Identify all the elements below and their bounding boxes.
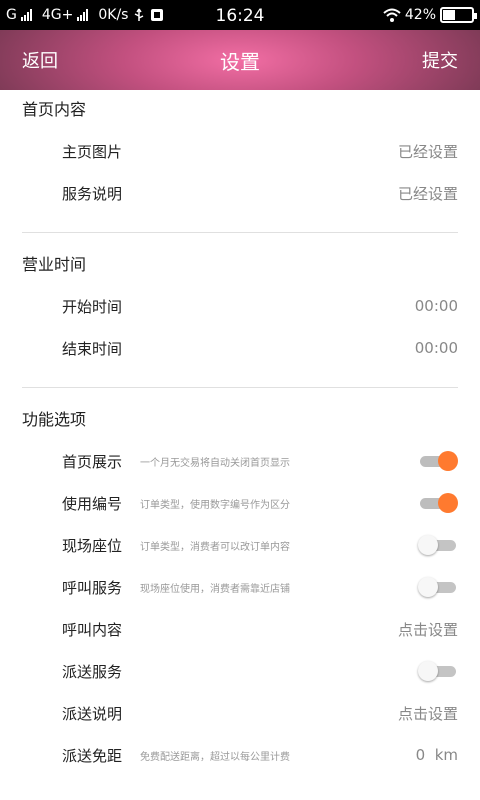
battery-percent: 42% <box>404 7 436 23</box>
call-service-toggle[interactable] <box>418 576 458 598</box>
row-start-time[interactable]: 开始时间 00:00 <box>22 285 458 327</box>
usb-icon <box>135 8 144 21</box>
row-delivery-desc[interactable]: 派送说明 点击设置 <box>22 692 458 734</box>
row-label: 服务说明 <box>62 184 123 203</box>
row-label: 现场座位 <box>62 536 123 555</box>
row-label: 派送服务 <box>62 662 123 681</box>
section-features: 功能选项 首页展示 一个月无交易将自动关闭首页显示 使用编号 订单类型，使用数字… <box>0 400 480 776</box>
status-bar: G 4G+ 0K/s 16:24 42% <box>0 0 480 30</box>
status-left: G 4G+ 0K/s <box>6 7 164 23</box>
row-use-number: 使用编号 订单类型，使用数字编号作为区分 <box>22 482 458 524</box>
image-icon <box>151 9 164 21</box>
row-value: 已经设置 <box>397 184 458 203</box>
divider <box>22 232 458 233</box>
delivery-service-toggle[interactable] <box>418 660 458 682</box>
row-service-desc[interactable]: 服务说明 已经设置 <box>22 172 458 214</box>
signal-icon <box>20 9 32 21</box>
home-display-toggle[interactable] <box>418 450 458 472</box>
network-label: 4G+ <box>41 7 74 23</box>
net-speed: 0K/s <box>98 7 129 23</box>
row-home-image[interactable]: 主页图片 已经设置 <box>22 130 458 172</box>
row-label: 呼叫内容 <box>62 620 123 639</box>
onsite-seat-toggle[interactable] <box>418 534 458 556</box>
row-label: 呼叫服务 <box>62 578 123 597</box>
section-hours: 营业时间 开始时间 00:00 结束时间 00:00 <box>0 245 480 369</box>
row-end-time[interactable]: 结束时间 00:00 <box>22 327 458 369</box>
row-onsite-seat: 现场座位 订单类型，消费者可以改订单内容 <box>22 524 458 566</box>
row-value: 点击设置 <box>397 620 458 639</box>
row-call-content[interactable]: 呼叫内容 点击设置 <box>22 608 458 650</box>
row-value: 点击设置 <box>397 704 458 723</box>
row-label: 主页图片 <box>62 142 123 161</box>
row-hint: 现场座位使用，消费者需靠近店铺 <box>140 583 291 595</box>
section-home: 首页内容 主页图片 已经设置 服务说明 已经设置 <box>0 90 480 214</box>
row-label: 首页展示 <box>62 452 123 471</box>
use-number-toggle[interactable] <box>418 492 458 514</box>
wifi-icon <box>383 8 401 22</box>
nav-bar: 返回 设置 提交 <box>0 30 480 90</box>
section-title-home: 首页内容 <box>22 100 87 119</box>
row-label: 结束时间 <box>62 339 123 358</box>
page-title: 设置 <box>220 49 260 74</box>
section-title-features: 功能选项 <box>22 410 87 429</box>
divider <box>22 387 458 388</box>
row-label: 开始时间 <box>62 297 123 316</box>
row-label: 使用编号 <box>62 494 123 513</box>
section-title-hours: 营业时间 <box>22 255 87 274</box>
row-hint: 订单类型，消费者可以改订单内容 <box>140 541 291 553</box>
row-value: 已经设置 <box>397 142 458 161</box>
submit-button[interactable]: 提交 <box>422 47 458 73</box>
row-value: 00:00 <box>414 297 458 315</box>
free-distance-value: 0 km <box>415 746 458 764</box>
row-hint: 订单类型，使用数字编号作为区分 <box>140 499 291 511</box>
battery-icon <box>440 7 477 23</box>
row-free-distance[interactable]: 派送免距 免费配送距离，超过以每公里计费 0 km <box>22 734 458 776</box>
row-delivery-service: 派送服务 <box>22 650 458 692</box>
row-label: 派送免距 <box>62 746 123 765</box>
status-right: 42% <box>383 7 477 23</box>
row-value: 00:00 <box>414 339 458 357</box>
row-home-display: 首页展示 一个月无交易将自动关闭首页显示 <box>22 440 458 482</box>
row-label: 派送说明 <box>62 704 123 723</box>
row-call-service: 呼叫服务 现场座位使用，消费者需靠近店铺 <box>22 566 458 608</box>
back-button[interactable]: 返回 <box>22 47 58 73</box>
row-hint: 一个月无交易将自动关闭首页显示 <box>140 457 291 469</box>
signal-icon-2 <box>77 9 89 21</box>
carrier-label: G <box>6 7 17 23</box>
row-hint: 免费配送距离，超过以每公里计费 <box>140 751 291 763</box>
